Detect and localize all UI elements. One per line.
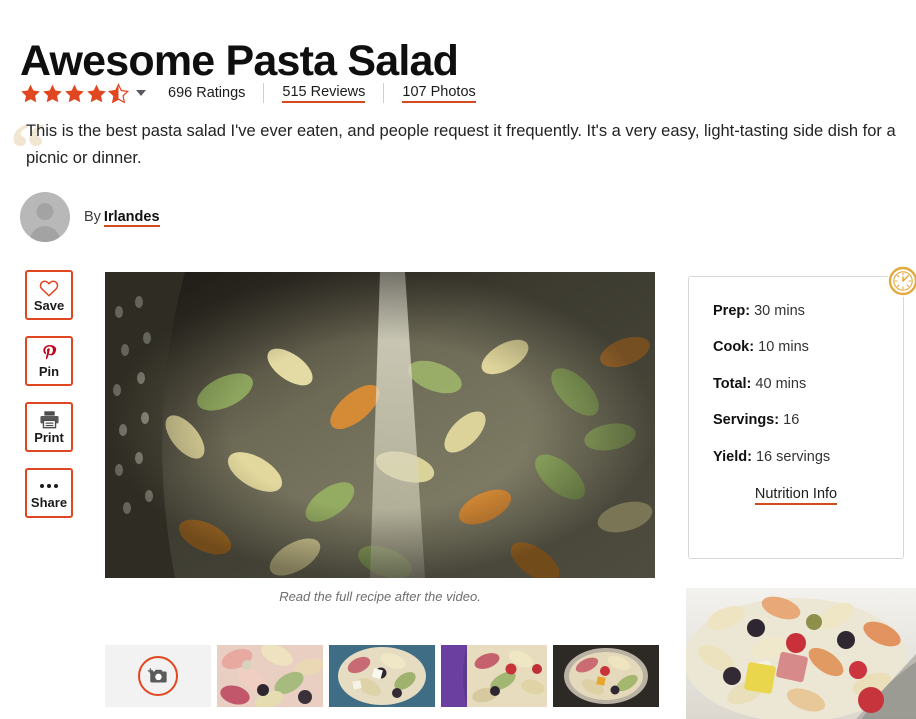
- nutrition-info-wrap: Nutrition Info: [713, 485, 903, 505]
- page-title: Awesome Pasta Salad: [20, 36, 459, 85]
- recipe-info-card: Prep: 30 mins Cook: 10 mins Total: 40 mi…: [688, 265, 916, 559]
- info-value: 40 mins: [755, 375, 807, 392]
- ratings-count: 696 Ratings: [168, 85, 246, 101]
- thumbnail-image: [553, 645, 659, 707]
- author-row: By Irlandes: [20, 192, 160, 242]
- share-button[interactable]: Share: [25, 468, 73, 518]
- save-button[interactable]: Save: [25, 270, 73, 320]
- photos-link[interactable]: 107 Photos: [402, 84, 476, 103]
- by-label: By: [84, 209, 101, 225]
- pin-button[interactable]: Pin: [25, 336, 73, 386]
- add-photo-button[interactable]: [105, 645, 211, 707]
- recipe-page: Awesome Pasta Salad 696 Ratings 515 Revi…: [0, 0, 916, 719]
- avatar-body-shape: [30, 226, 60, 242]
- meta-divider: [383, 83, 385, 103]
- recipe-video-player[interactable]: [105, 272, 655, 578]
- author-link[interactable]: Irlandes: [103, 209, 160, 227]
- printer-icon: [39, 410, 60, 429]
- info-row-prep: Prep: 30 mins: [713, 303, 903, 320]
- info-label: Servings:: [713, 412, 780, 429]
- hero-image: [105, 272, 655, 578]
- star-rating[interactable]: [20, 82, 146, 104]
- recipe-side-photo[interactable]: [686, 588, 916, 719]
- pinterest-icon: [41, 344, 58, 363]
- info-value: 16: [783, 412, 800, 429]
- reviews-link[interactable]: 515 Reviews: [282, 84, 366, 103]
- side-photo-image: [686, 588, 916, 719]
- video-caption: Read the full recipe after the video.: [279, 589, 481, 604]
- byline: By Irlandes: [84, 209, 160, 227]
- pin-button-label: Pin: [38, 364, 60, 379]
- thumbnail-image: [217, 645, 323, 707]
- recipe-description: This is the best pasta salad I've ever e…: [26, 122, 896, 167]
- print-button-label: Print: [34, 430, 64, 445]
- rating-meta: 696 Ratings 515 Reviews 107 Photos: [168, 83, 476, 103]
- clock-icon: [887, 265, 916, 297]
- star-icon-full: [43, 84, 62, 102]
- share-button-label: Share: [30, 495, 68, 510]
- info-row-servings: Servings: 16: [713, 412, 903, 429]
- info-value: 30 mins: [754, 303, 805, 319]
- list-item[interactable]: [441, 645, 547, 707]
- meta-divider: [263, 83, 265, 103]
- action-button-column: Save Pin Print Share: [25, 270, 73, 518]
- list-item[interactable]: [329, 645, 435, 707]
- info-value: 16 servings: [755, 448, 831, 465]
- star-icon-full: [87, 84, 106, 102]
- star-icon-half: [108, 82, 129, 103]
- description-block: “ This is the best pasta salad I've ever…: [10, 112, 910, 184]
- avatar: [20, 192, 70, 242]
- list-item[interactable]: [217, 645, 323, 707]
- photo-thumbnail-strip: [105, 645, 659, 707]
- info-row-cook: Cook: 10 mins: [713, 339, 903, 356]
- camera-plus-icon: [147, 668, 167, 683]
- rating-row: 696 Ratings 515 Reviews 107 Photos: [20, 81, 476, 105]
- info-label: Cook:: [713, 339, 755, 356]
- star-icon-full: [21, 84, 40, 102]
- star-icon-full: [65, 84, 84, 102]
- info-row-yield: Yield: 16 servings: [713, 449, 903, 466]
- chevron-down-icon[interactable]: [136, 90, 146, 96]
- info-label: Total:: [713, 375, 752, 392]
- nutrition-info-link[interactable]: Nutrition Info: [754, 485, 838, 505]
- print-button[interactable]: Print: [25, 402, 73, 452]
- save-button-label: Save: [33, 297, 65, 313]
- list-item[interactable]: [553, 645, 659, 707]
- info-row-total: Total: 40 mins: [713, 376, 903, 393]
- avatar-head-shape: [36, 203, 54, 220]
- info-label: Yield:: [713, 448, 752, 465]
- thumbnail-image: [329, 645, 435, 707]
- thumbnail-image: [441, 645, 547, 707]
- heart-icon: [39, 279, 59, 297]
- add-photo-circle: [138, 656, 178, 696]
- info-label: Prep:: [713, 303, 751, 319]
- ellipsis-icon: [40, 477, 58, 494]
- info-value: 10 mins: [758, 339, 809, 356]
